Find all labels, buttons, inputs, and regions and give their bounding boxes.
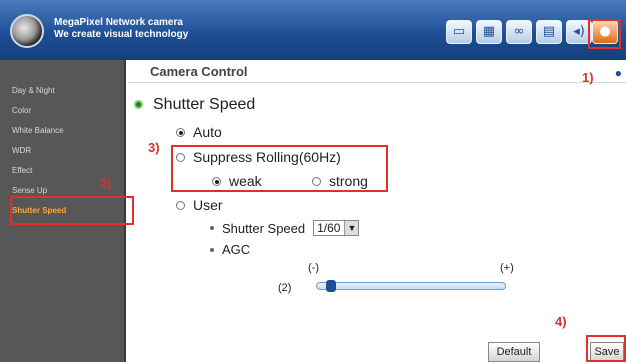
callout-label-4: 4) (555, 314, 567, 329)
row-bullet-icon (210, 247, 214, 252)
agc-slider-handle[interactable] (326, 280, 336, 292)
radio-user[interactable]: User (176, 197, 223, 213)
agc-max-label: (+) (500, 262, 514, 274)
row-bullet-icon (210, 226, 214, 230)
sidebar-item-day-night[interactable]: Day & Night (12, 86, 55, 95)
radio-auto-label: Auto (193, 124, 222, 140)
link-icon[interactable]: ∞ (506, 20, 532, 44)
shutter-speed-select[interactable]: 1/60 ▼ (313, 220, 360, 236)
agc-min-label: (-) (308, 262, 319, 274)
main-content: Camera Control ● Shutter Speed Auto Supp… (128, 60, 626, 362)
title-divider (128, 82, 626, 83)
agc-label: AGC (222, 242, 251, 257)
callout-label-3: 3) (148, 140, 160, 155)
shutter-speed-label: Shutter Speed (222, 220, 306, 236)
callout-box-1 (588, 19, 621, 49)
sidebar-item-wdr[interactable]: WDR (12, 146, 31, 155)
agc-slider[interactable] (316, 280, 506, 292)
callout-label-2: 2) (100, 176, 112, 191)
agc-row: AGC (210, 242, 250, 257)
shutter-speed-row: Shutter Speed 1/60 ▼ (210, 220, 360, 236)
header-bar: MegaPixel Network camera We create visua… (0, 0, 626, 60)
brand-text: MegaPixel Network camera We create visua… (54, 17, 188, 41)
sidebar-item-white-balance[interactable]: White Balance (12, 126, 64, 135)
radio-user-label: User (193, 197, 223, 213)
storage-icon[interactable]: ▤ (536, 20, 562, 44)
help-icon[interactable]: ● (615, 66, 622, 80)
brand-line-2: We create visual technology (54, 29, 189, 40)
shutter-speed-value: 1/60 (317, 221, 341, 235)
radio-auto-dot[interactable] (176, 127, 185, 137)
callout-label-1: 1) (582, 70, 594, 85)
radio-user-dot[interactable] (176, 200, 185, 210)
callout-box-4 (586, 335, 626, 362)
agc-value-label: (2) (278, 282, 292, 294)
sidebar-item-sense-up[interactable]: Sense Up (12, 186, 47, 195)
camera-lens-logo-icon (10, 14, 44, 48)
section-title: Shutter Speed (153, 96, 256, 113)
grid-icon[interactable]: ▦ (476, 20, 502, 44)
radio-auto[interactable]: Auto (176, 124, 222, 140)
chevron-down-icon[interactable]: ▼ (344, 221, 359, 235)
sidebar-item-effect[interactable]: Effect (12, 166, 32, 175)
monitor-icon[interactable]: ▭ (446, 20, 472, 44)
section-bullet-icon (134, 100, 143, 110)
default-button[interactable]: Default (488, 342, 540, 362)
section-heading: Shutter Speed (134, 96, 255, 114)
callout-box-3 (171, 145, 388, 192)
page-title: Camera Control (150, 64, 248, 79)
brand-line-1: MegaPixel Network camera (54, 17, 183, 28)
sidebar-item-color[interactable]: Color (12, 106, 31, 115)
callout-box-2 (10, 196, 134, 225)
